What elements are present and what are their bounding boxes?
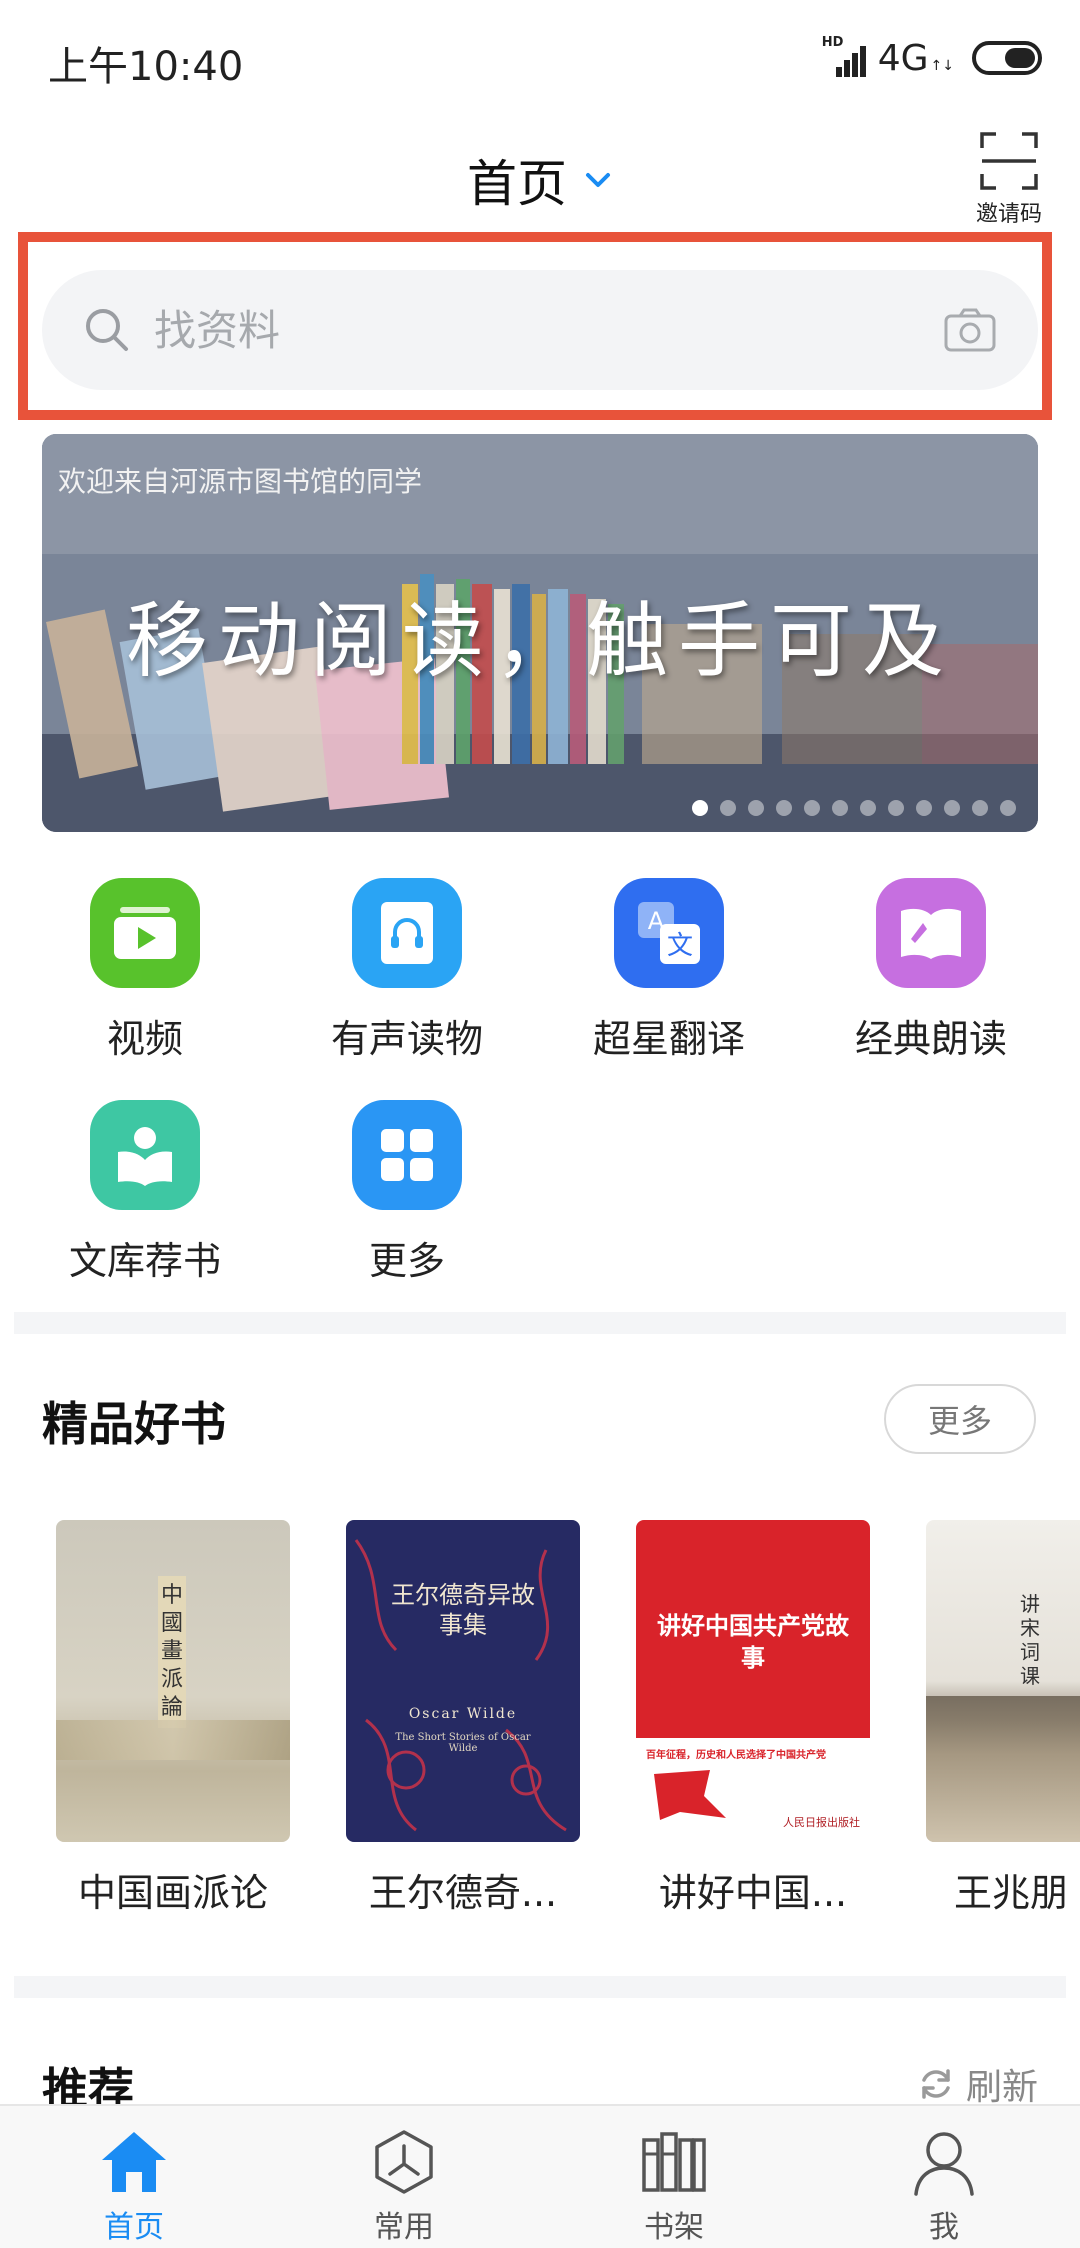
- tab-profile[interactable]: 我: [874, 2126, 1014, 2246]
- signal-icon: HD: [822, 35, 866, 77]
- book-cover-title: 讲宋词课: [1020, 1592, 1040, 1688]
- book-cover-image: 中國畫派論: [56, 1520, 290, 1842]
- function-label: 视频: [106, 1017, 183, 1061]
- chevron-down-icon: [586, 173, 610, 187]
- classic-reading-icon: [876, 878, 986, 988]
- tab-home[interactable]: 首页: [64, 2126, 204, 2246]
- invite-code-button[interactable]: 邀请码: [972, 132, 1046, 228]
- tab-label: 常用: [374, 2210, 434, 2245]
- tab-label: 我: [929, 2210, 959, 2245]
- profile-icon: [914, 2132, 974, 2196]
- banner-dot[interactable]: [944, 800, 960, 816]
- function-label: 经典朗读: [854, 1017, 1007, 1061]
- home-icon: [102, 2132, 166, 2192]
- book-cover-title: 讲好中国共产党故事: [657, 1612, 849, 1672]
- function-book-recommend[interactable]: 文库荐书: [14, 1100, 276, 1285]
- camera-icon[interactable]: [944, 308, 996, 352]
- book-cover-title: 王尔德奇异故事集: [391, 1581, 535, 1639]
- function-label: 文库荐书: [68, 1239, 221, 1283]
- promo-banner[interactable]: 欢迎来自河源市图书馆的同学 移动阅读，触手可及: [42, 434, 1038, 832]
- network-type-label: HD: [821, 35, 844, 50]
- tab-label: 首页: [104, 2210, 164, 2245]
- banner-dot[interactable]: [972, 800, 988, 816]
- refresh-label: 刷新: [965, 2067, 1038, 2108]
- battery-icon: [972, 41, 1042, 75]
- video-icon: [90, 878, 200, 988]
- network-activity-icon: ↑↓: [930, 58, 954, 74]
- function-translate[interactable]: A文 超星翻译: [538, 878, 800, 1063]
- status-time: 上午10:40: [48, 44, 244, 90]
- book-cover-image: 王尔德奇异故事集 Oscar Wilde The Short Stories o…: [346, 1520, 580, 1842]
- function-label: 超星翻译: [592, 1017, 745, 1061]
- banner-dot[interactable]: [1000, 800, 1016, 816]
- refresh-button[interactable]: 刷新: [918, 2058, 1038, 2110]
- banner-dot[interactable]: [888, 800, 904, 816]
- banner-dot[interactable]: [832, 800, 848, 816]
- book-cover-subtitle: The Short Stories of Oscar Wilde: [395, 1732, 531, 1754]
- header: 首页 邀请码: [0, 118, 1080, 238]
- tab-label: 书架: [644, 2210, 704, 2245]
- function-video[interactable]: 视频: [14, 878, 276, 1063]
- search-bar[interactable]: [42, 270, 1038, 390]
- banner-dot[interactable]: [916, 800, 932, 816]
- book-title: 王尔德奇...: [368, 1871, 558, 1915]
- book-title: 中国画派论: [77, 1871, 268, 1915]
- more-grid-icon: [352, 1100, 462, 1210]
- book-cover-author: Oscar Wilde: [408, 1706, 518, 1722]
- function-audiobook[interactable]: 有声读物: [276, 878, 538, 1063]
- tab-bookshelf[interactable]: 书架: [604, 2126, 744, 2246]
- unit-switcher[interactable]: 首页: [0, 144, 1080, 216]
- book-cover-title: 中國畫派論: [158, 1576, 186, 1728]
- page-title: 首页: [467, 155, 567, 213]
- banner-caption: 欢迎来自河源市图书馆的同学: [58, 465, 423, 498]
- section-divider: [14, 1312, 1066, 1334]
- function-label: 有声读物: [330, 1017, 483, 1061]
- bookshelf-icon: [642, 2132, 706, 2192]
- status-icons: HD 4G ↑↓: [822, 35, 1042, 80]
- banner-pagination: [692, 800, 1016, 816]
- book-cover-image: 讲宋词课: [926, 1520, 1080, 1842]
- featured-section-title: 精品好书: [42, 1397, 226, 1451]
- banner-dot[interactable]: [804, 800, 820, 816]
- book-cover-publisher: 人民日报出版社: [783, 1816, 860, 1829]
- search-icon: [86, 309, 128, 351]
- banner-dot[interactable]: [748, 800, 764, 816]
- featured-more-button[interactable]: 更多: [884, 1384, 1036, 1454]
- bottom-tab-bar: 首页 常用 书架 我: [0, 2104, 1080, 2248]
- book-cover-subtitle: 百年征程，历史和人民选择了中国共产党: [646, 1750, 826, 1761]
- banner-dot[interactable]: [692, 800, 708, 816]
- book-card[interactable]: 中國畫派論 中国画派论: [56, 1520, 290, 1917]
- book-card[interactable]: 王尔德奇异故事集 Oscar Wilde The Short Stories o…: [346, 1520, 580, 1917]
- audiobook-icon: [352, 878, 462, 988]
- tab-common[interactable]: 常用: [334, 2126, 474, 2246]
- book-title: 讲好中国...: [658, 1871, 848, 1915]
- book-cover-image: 讲好中国共产党故事 百年征程，历史和人民选择了中国共产党 人民日报出版社: [636, 1520, 870, 1842]
- search-input[interactable]: [154, 305, 944, 355]
- banner-dot[interactable]: [776, 800, 792, 816]
- function-more[interactable]: 更多: [276, 1100, 538, 1285]
- book-title: 王兆朋: [954, 1871, 1069, 1915]
- book-card[interactable]: 讲好中国共产党故事 百年征程，历史和人民选择了中国共产党 人民日报出版社 讲好中…: [636, 1520, 870, 1917]
- banner-dot[interactable]: [720, 800, 736, 816]
- section-divider: [14, 1976, 1066, 1998]
- banner-dot[interactable]: [860, 800, 876, 816]
- function-classic-reading[interactable]: 经典朗读: [800, 878, 1062, 1063]
- book-recommend-icon: [90, 1100, 200, 1210]
- banner-headline: 移动阅读，触手可及: [125, 594, 954, 689]
- common-icon: [375, 2130, 433, 2194]
- scan-icon: [980, 132, 1038, 190]
- svg-text:文: 文: [667, 931, 693, 961]
- status-bar: 上午10:40 HD 4G ↑↓: [0, 0, 1080, 118]
- book-card[interactable]: 讲宋词课 王兆朋: [926, 1520, 1080, 1917]
- function-label: 更多: [368, 1239, 445, 1283]
- network-label: 4G: [877, 37, 929, 79]
- translate-icon: A文: [614, 878, 724, 988]
- refresh-icon: [922, 2069, 950, 2099]
- invite-code-label: 邀请码: [975, 202, 1042, 227]
